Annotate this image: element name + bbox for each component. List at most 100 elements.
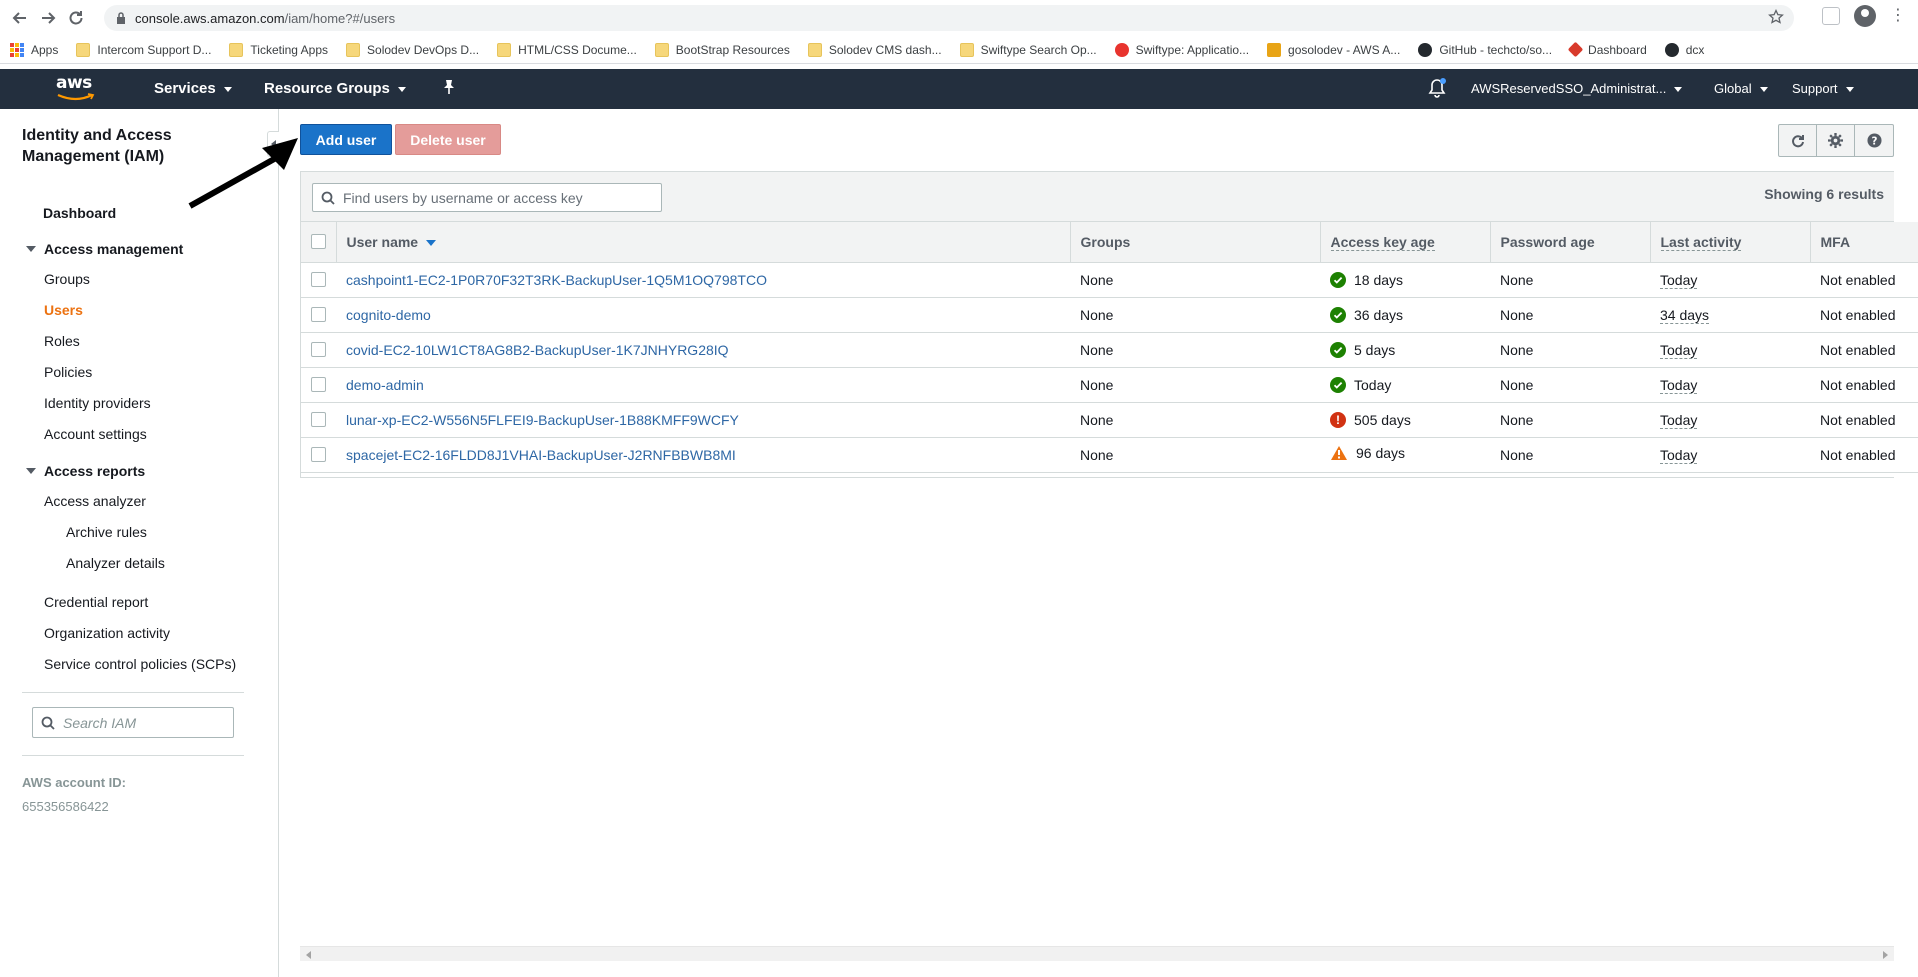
column-header-password-age[interactable]: Password age bbox=[1489, 222, 1650, 263]
table-row[interactable]: lunar-xp-EC2-W556N5FLFEI9-BackupUser-1B8… bbox=[301, 402, 1918, 438]
horizontal-scrollbar[interactable] bbox=[300, 946, 1894, 961]
row-checkbox[interactable] bbox=[311, 447, 326, 462]
bookmark-dcx[interactable]: dcx bbox=[1664, 42, 1704, 57]
bookmark-swiftype-app[interactable]: Swiftype: Applicatio... bbox=[1114, 42, 1249, 57]
bookmark-devops[interactable]: Solodev DevOps D... bbox=[346, 42, 479, 57]
row-checkbox[interactable] bbox=[311, 272, 326, 287]
row-checkbox[interactable] bbox=[311, 342, 326, 357]
sidebar-item-dashboard[interactable]: Dashboard bbox=[43, 205, 116, 221]
password-age-cell: None bbox=[1490, 297, 1650, 333]
refresh-icon[interactable] bbox=[1779, 125, 1817, 156]
groups-cell: None bbox=[1070, 367, 1320, 403]
table-row[interactable]: spacejet-EC2-16FLDD8J1VHAI-BackupUser-J2… bbox=[301, 437, 1918, 473]
last-activity-value: Today bbox=[1660, 341, 1698, 359]
bookmark-bootstrap[interactable]: BootStrap Resources bbox=[654, 42, 790, 57]
pin-icon[interactable] bbox=[442, 79, 456, 95]
select-all-checkbox[interactable] bbox=[310, 234, 326, 250]
reload-icon[interactable] bbox=[62, 4, 90, 32]
access-key-age-value: 96 days bbox=[1356, 445, 1406, 461]
access-key-age-cell: 36 days bbox=[1320, 297, 1490, 333]
sidebar-item-analyzer-details[interactable]: Analyzer details bbox=[66, 555, 165, 571]
sidebar-item-archive-rules[interactable]: Archive rules bbox=[66, 524, 147, 540]
chrome-menu-icon[interactable]: ⋮ bbox=[1890, 8, 1906, 24]
bookmark-swiftype-search[interactable]: Swiftype Search Op... bbox=[959, 42, 1097, 57]
column-header-user-name[interactable]: User name bbox=[335, 222, 1070, 263]
user-name-link[interactable]: cognito-demo bbox=[346, 307, 431, 323]
sidebar-section-access-reports[interactable]: Access reports bbox=[26, 463, 145, 479]
sidebar-item-access-analyzer[interactable]: Access analyzer bbox=[44, 493, 146, 509]
sidebar-item-identity-providers[interactable]: Identity providers bbox=[44, 395, 151, 411]
bookmark-dashboard[interactable]: Dashboard bbox=[1567, 41, 1647, 58]
collapse-sidebar-icon[interactable] bbox=[267, 131, 279, 157]
bookmark-gosolodev[interactable]: gosolodev - AWS A... bbox=[1267, 42, 1400, 57]
scroll-right-icon[interactable] bbox=[1883, 951, 1888, 959]
search-iam-input[interactable] bbox=[61, 713, 221, 732]
sidebar-item-organization-activity[interactable]: Organization activity bbox=[44, 625, 170, 641]
row-checkbox[interactable] bbox=[311, 377, 326, 392]
column-header-mfa[interactable]: MFA bbox=[1809, 222, 1918, 263]
user-name-link[interactable]: lunar-xp-EC2-W556N5FLFEI9-BackupUser-1B8… bbox=[346, 412, 739, 428]
help-icon[interactable]: ? bbox=[1855, 125, 1893, 156]
aws-logo[interactable]: aws bbox=[56, 75, 100, 103]
user-name-link[interactable]: demo-admin bbox=[346, 377, 424, 393]
bookmark-star-icon[interactable] bbox=[1768, 8, 1784, 28]
table-row[interactable]: demo-admin None Today None Today Not enabled bbox=[301, 367, 1918, 403]
user-name-link[interactable]: spacejet-EC2-16FLDD8J1VHAI-BackupUser-J2… bbox=[346, 447, 736, 463]
find-users-input[interactable] bbox=[341, 188, 661, 207]
column-header-last-activity[interactable]: Last activity bbox=[1649, 222, 1810, 263]
bookmark-ticketing[interactable]: Ticketing Apps bbox=[229, 42, 328, 57]
password-age-cell: None bbox=[1490, 437, 1650, 473]
address-bar[interactable]: console.aws.amazon.com/iam/home?#/users bbox=[104, 5, 1794, 31]
account-id-label: AWS account ID: bbox=[22, 775, 127, 790]
chevron-down-icon bbox=[223, 87, 232, 92]
table-row[interactable]: covid-EC2-10LW1CT8AG8B2-BackupUser-1K7JN… bbox=[301, 332, 1918, 368]
bookmark-apps[interactable]: Apps bbox=[10, 42, 58, 57]
search-icon bbox=[321, 191, 335, 205]
bookmark-htmlcss[interactable]: HTML/CSS Docume... bbox=[497, 42, 637, 57]
find-users-field[interactable] bbox=[312, 183, 662, 212]
region-menu[interactable]: Global bbox=[1714, 81, 1768, 96]
notifications-bell-icon[interactable] bbox=[1428, 78, 1446, 98]
access-key-age-value: 18 days bbox=[1354, 271, 1404, 288]
table-row[interactable]: cognito-demo None 36 days None 34 days Not en… bbox=[301, 297, 1918, 333]
column-header-groups[interactable]: Groups bbox=[1069, 222, 1320, 263]
row-checkbox[interactable] bbox=[311, 307, 326, 322]
account-menu[interactable]: AWSReservedSSO_Administrat... bbox=[1471, 81, 1683, 96]
bookmark-intercom[interactable]: Intercom Support D... bbox=[76, 42, 211, 57]
extension-icon[interactable] bbox=[1822, 7, 1840, 25]
aws-top-nav: aws Services Resource Groups AWSReserved… bbox=[0, 69, 1918, 109]
sidebar-item-account-settings[interactable]: Account settings bbox=[44, 426, 147, 442]
bookmark-github[interactable]: GitHub - techcto/so... bbox=[1418, 42, 1552, 57]
sidebar-item-scps[interactable]: Service control policies (SCPs) bbox=[44, 656, 236, 672]
chevron-down-icon bbox=[1674, 87, 1683, 92]
sidebar-item-groups[interactable]: Groups bbox=[44, 271, 90, 287]
bookmark-cms[interactable]: Solodev CMS dash... bbox=[807, 42, 942, 57]
add-user-button[interactable]: Add user bbox=[300, 124, 392, 155]
user-name-link[interactable]: cashpoint1-EC2-1P0R70F32T3RK-BackupUser-… bbox=[346, 272, 767, 288]
scroll-left-icon[interactable] bbox=[306, 951, 311, 959]
back-icon[interactable] bbox=[6, 4, 34, 32]
profile-avatar-icon[interactable] bbox=[1854, 5, 1876, 27]
row-select-cell bbox=[301, 367, 336, 403]
column-header-access-key-age[interactable]: Access key age bbox=[1319, 222, 1490, 263]
support-menu[interactable]: Support bbox=[1792, 81, 1854, 96]
row-checkbox[interactable] bbox=[311, 412, 326, 427]
check-circle-icon bbox=[1330, 306, 1346, 323]
sidebar-item-credential-report[interactable]: Credential report bbox=[44, 594, 148, 610]
sidebar-item-policies[interactable]: Policies bbox=[44, 364, 92, 380]
user-name-cell: spacejet-EC2-16FLDD8J1VHAI-BackupUser-J2… bbox=[336, 437, 1070, 473]
resource-groups-menu[interactable]: Resource Groups bbox=[264, 80, 406, 97]
access-key-age-value: 36 days bbox=[1354, 306, 1404, 323]
sidebar-item-users[interactable]: Users bbox=[44, 302, 83, 318]
delete-user-button[interactable]: Delete user bbox=[395, 124, 501, 155]
gear-icon[interactable] bbox=[1817, 125, 1855, 156]
mfa-cell: Not enabled bbox=[1810, 402, 1918, 438]
table-row[interactable]: cashpoint1-EC2-1P0R70F32T3RK-BackupUser-… bbox=[301, 262, 1918, 298]
user-name-link[interactable]: covid-EC2-10LW1CT8AG8B2-BackupUser-1K7JN… bbox=[346, 342, 729, 358]
services-menu[interactable]: Services bbox=[154, 80, 232, 97]
forward-icon[interactable] bbox=[34, 4, 62, 32]
search-iam-field[interactable] bbox=[32, 707, 234, 738]
user-name-cell: covid-EC2-10LW1CT8AG8B2-BackupUser-1K7JN… bbox=[336, 332, 1070, 368]
sidebar-section-access-management[interactable]: Access management bbox=[26, 241, 183, 257]
sidebar-item-roles[interactable]: Roles bbox=[44, 333, 80, 349]
